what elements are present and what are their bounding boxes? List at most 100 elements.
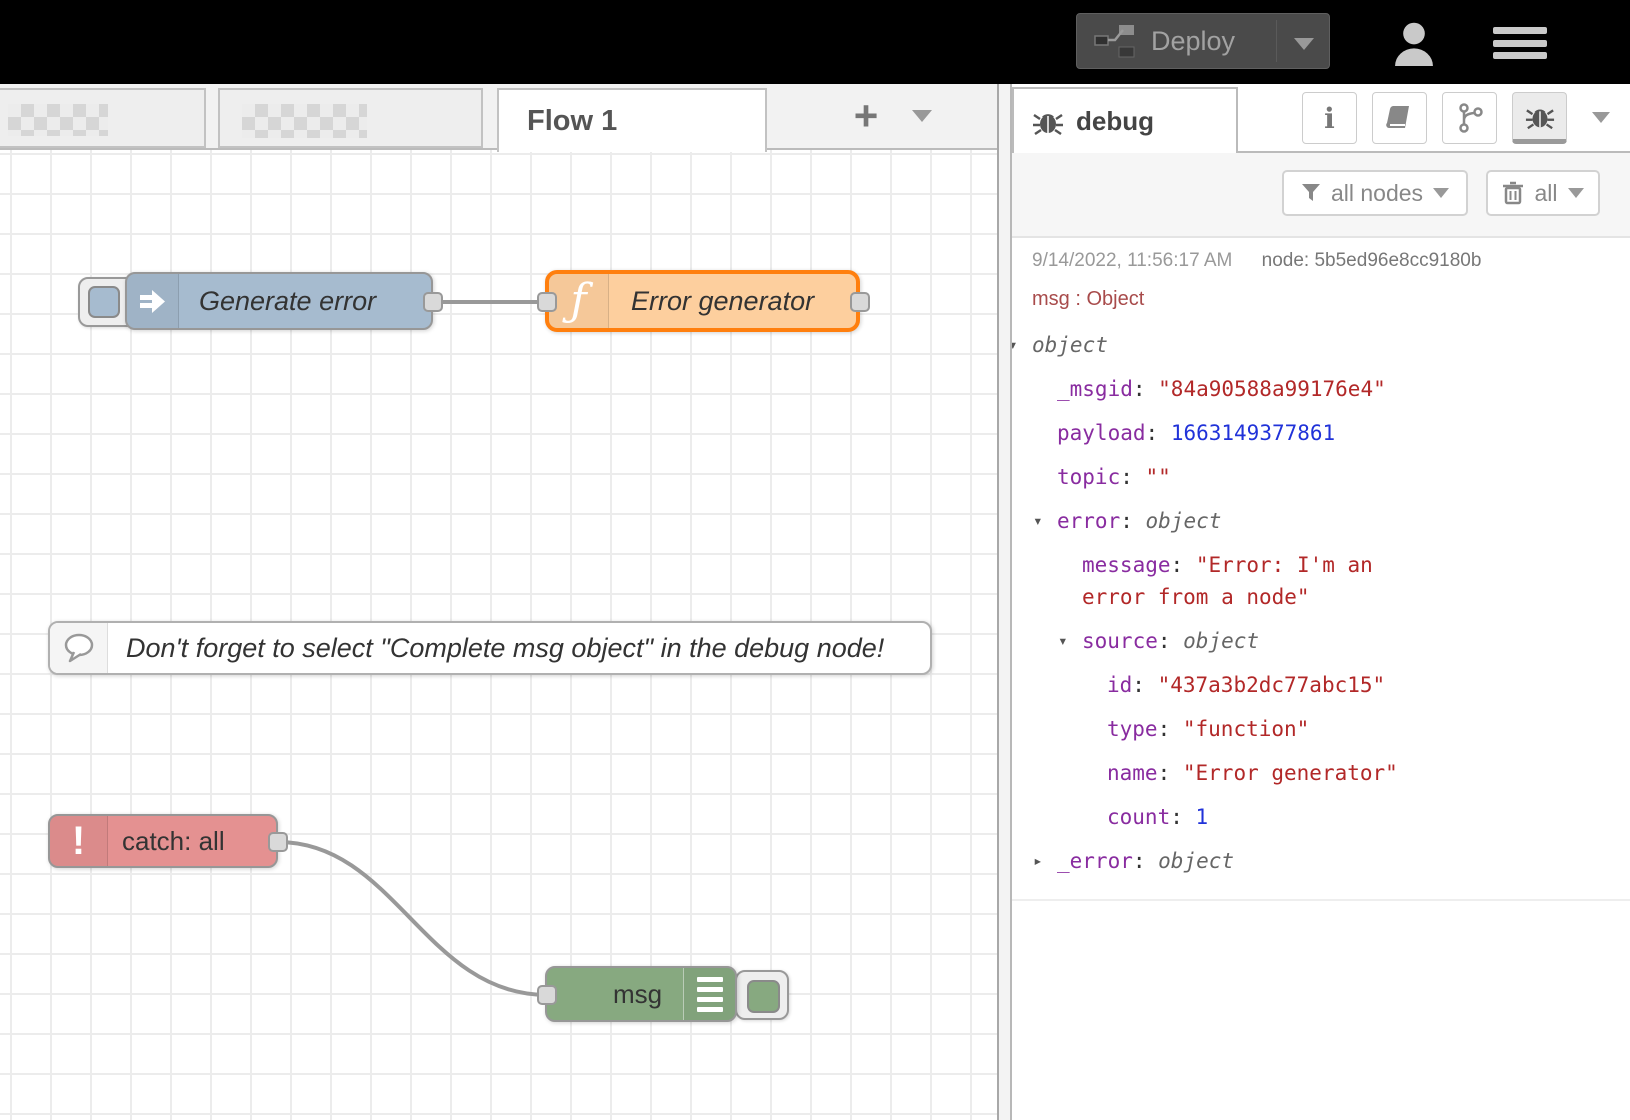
tree-key: payload <box>1057 421 1146 445</box>
tree-row-type: type: "function" <box>1032 707 1610 751</box>
tree-value: object <box>1183 629 1259 653</box>
comment-text: Don't forget to select "Complete msg obj… <box>126 633 884 664</box>
tab-flow-1[interactable]: Flow 1 <box>497 88 767 152</box>
debug-icon <box>697 977 723 1012</box>
deploy-icon <box>1093 21 1137 61</box>
tree-value: "84a90588a99176e4" <box>1158 377 1386 401</box>
tab-debug[interactable]: debug <box>1012 87 1238 153</box>
tree-row-count: count: 1 <box>1032 795 1610 839</box>
debug-toolbar: all nodes all <box>1012 153 1630 238</box>
tree-value: "function" <box>1183 717 1309 741</box>
comment-icon <box>62 632 96 664</box>
redacted-tab-label <box>242 104 367 138</box>
collapse-arrow-icon[interactable]: ▾ <box>1033 505 1057 537</box>
inject-icon <box>138 286 168 316</box>
tree-row-source: ▾source: object <box>1032 619 1610 663</box>
redacted-tab-label <box>8 104 108 136</box>
debug-message-path: msg : Object <box>1032 288 1610 311</box>
debug-timestamp: 9/14/2022, 11:56:17 AM <box>1032 250 1232 271</box>
tree-key: error <box>1057 509 1120 533</box>
tree-row-_msgid: _msgid: "84a90588a99176e4" <box>1032 367 1610 411</box>
wire-catch-to-debug <box>278 842 547 995</box>
tree-value: 1 <box>1196 805 1209 829</box>
tree-value: object <box>1146 509 1222 533</box>
debug-message: 9/14/2022, 11:56:17 AM node: 5b5ed96e8cc… <box>1012 238 1630 901</box>
sidebar-resizer[interactable] <box>997 84 1012 1120</box>
node-label: catch: all <box>122 826 225 857</box>
branch-icon <box>1455 102 1485 134</box>
tree-value: object <box>1032 333 1108 357</box>
sidebar-menu-caret[interactable] <box>1592 112 1610 123</box>
function-icon: ƒ <box>570 279 586 323</box>
node-generate-error[interactable]: Generate error <box>125 272 433 330</box>
clear-button[interactable]: all <box>1486 170 1600 216</box>
debug-message-meta: 9/14/2022, 11:56:17 AM node: 5b5ed96e8cc… <box>1032 250 1610 272</box>
tab-flow-redacted-2[interactable] <box>218 88 483 148</box>
flow-canvas[interactable]: Generate error ƒ Error generator Don't f… <box>0 150 997 1120</box>
port-debug-input[interactable] <box>537 985 557 1005</box>
node-error-generator[interactable]: ƒ Error generator <box>545 270 860 332</box>
tree-key: _msgid <box>1057 377 1133 401</box>
port-function-input[interactable] <box>537 292 557 312</box>
user-button[interactable] <box>1392 20 1436 66</box>
port-inject-output[interactable] <box>423 292 443 312</box>
tree-value: "Error generator" <box>1183 761 1398 785</box>
deploy-button[interactable]: Deploy <box>1076 13 1330 69</box>
tree-row-name: name: "Error generator" <box>1032 751 1610 795</box>
tree-key: id <box>1107 673 1132 697</box>
node-catch-all[interactable]: ! catch: all <box>48 814 278 868</box>
debug-message-list[interactable]: 9/14/2022, 11:56:17 AM node: 5b5ed96e8cc… <box>1012 238 1630 1120</box>
trash-icon <box>1502 181 1524 205</box>
tree-value: "437a3b2dc77abc15" <box>1158 673 1386 697</box>
filter-button[interactable]: all nodes <box>1282 170 1468 216</box>
tree-key: topic <box>1057 465 1120 489</box>
node-label: Generate error <box>199 286 376 317</box>
tree-row-topic: topic: "" <box>1032 455 1610 499</box>
debug-tab-button[interactable] <box>1512 92 1567 144</box>
filter-icon <box>1301 183 1321 203</box>
node-debug-msg[interactable]: msg <box>545 966 737 1022</box>
main-menu-button[interactable] <box>1493 27 1547 59</box>
tree-row-id: id: "437a3b2dc77abc15" <box>1032 663 1610 707</box>
deploy-separator <box>1276 20 1277 62</box>
tree-row-payload: payload: 1663149377861 <box>1032 411 1610 455</box>
tree-key: count <box>1107 805 1170 829</box>
node-comment[interactable]: Don't forget to select "Complete msg obj… <box>48 621 932 675</box>
collapse-arrow-icon[interactable]: ▾ <box>1058 625 1082 657</box>
sidebar: debug i <box>1012 84 1630 1120</box>
deploy-label: Deploy <box>1151 26 1235 57</box>
tree-row-message: message: "Error: I'm an error from a nod… <box>1032 543 1447 619</box>
bug-icon <box>1525 101 1555 131</box>
context-tab-button[interactable] <box>1442 92 1497 144</box>
user-icon <box>1392 20 1436 66</box>
tree-key: type <box>1107 717 1158 741</box>
add-flow-button[interactable]: + <box>838 92 894 144</box>
tree-value: "" <box>1146 465 1171 489</box>
hamburger-icon <box>1493 27 1547 34</box>
bug-icon <box>1032 105 1064 137</box>
expand-arrow-icon[interactable]: ▸ <box>1033 845 1057 877</box>
tree-value: 1663149377861 <box>1171 421 1335 445</box>
tree-row-error: ▾error: object <box>1032 499 1610 543</box>
info-tab-button[interactable]: i <box>1302 92 1357 144</box>
tab-debug-label: debug <box>1076 106 1154 137</box>
tree-key: source <box>1082 629 1158 653</box>
port-function-output[interactable] <box>850 292 870 312</box>
node-red-editor: Deploy Flow 1 + <box>0 0 1630 1120</box>
debug-toggle-button[interactable] <box>735 970 789 1020</box>
tree-key: name <box>1107 761 1158 785</box>
debug-node-id: node: 5b5ed96e8cc9180b <box>1262 250 1482 271</box>
flow-list-caret[interactable] <box>912 110 932 122</box>
node-label: Error generator <box>631 286 814 317</box>
collapse-arrow-icon[interactable]: ▾ <box>1012 329 1032 361</box>
tree-key: _error <box>1057 849 1133 873</box>
help-tab-button[interactable] <box>1372 92 1427 144</box>
tree-key: message <box>1082 553 1171 577</box>
tree-row-root: ▾object <box>1032 323 1610 367</box>
deploy-options-caret[interactable] <box>1294 38 1314 50</box>
tree-row-_error: ▸_error: object <box>1032 839 1610 883</box>
header-bar: Deploy <box>0 0 1630 84</box>
port-catch-output[interactable] <box>268 832 288 852</box>
tab-flow-redacted-1[interactable] <box>0 88 206 148</box>
debug-json-tree: ▾object_msgid: "84a90588a99176e4"payload… <box>1032 323 1610 883</box>
